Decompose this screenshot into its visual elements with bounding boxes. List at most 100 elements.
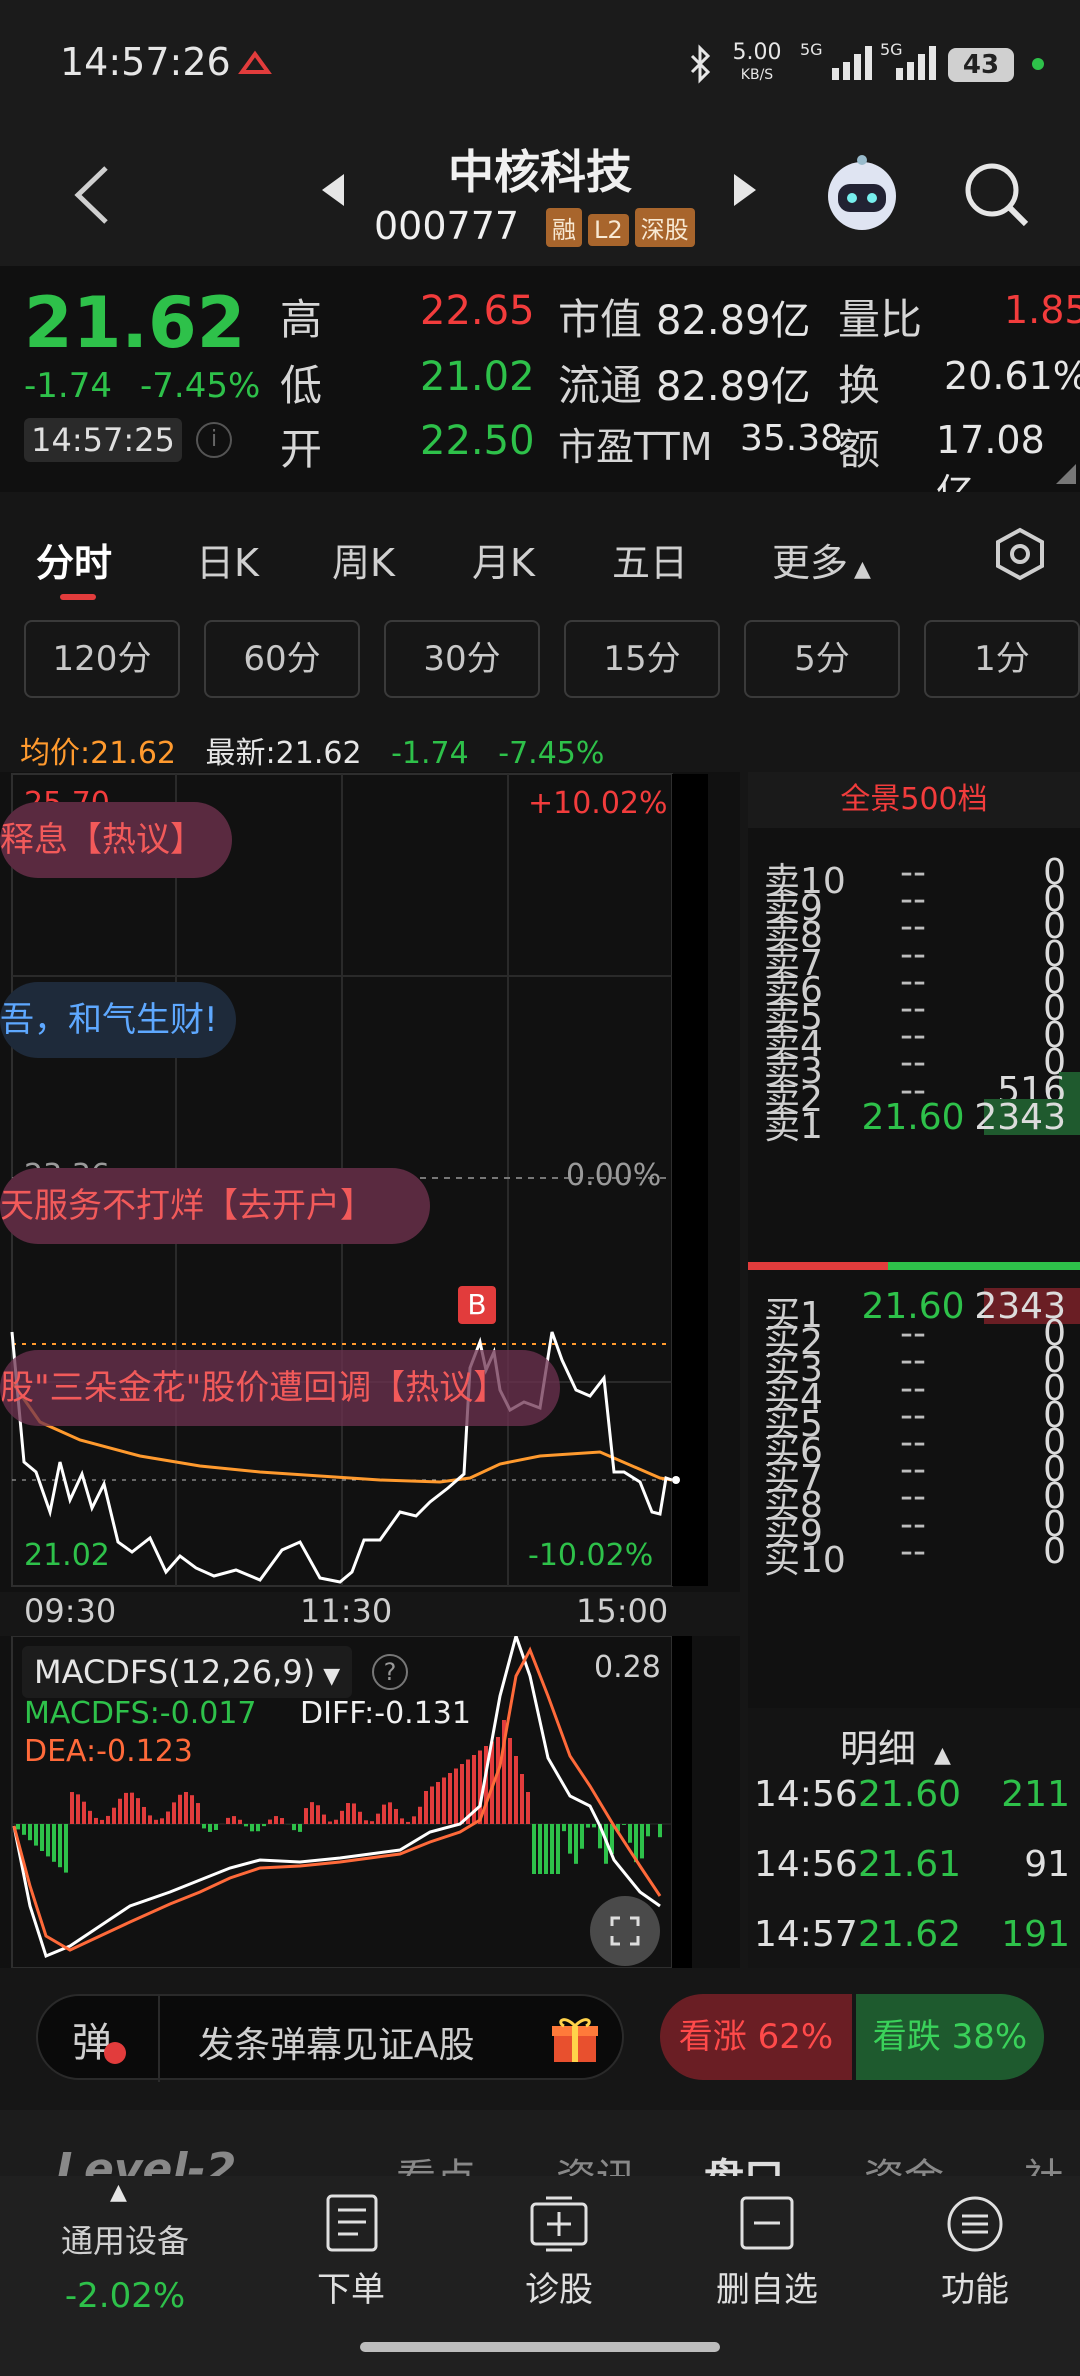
subtab-1min[interactable]: 1分 xyxy=(924,620,1080,698)
divider xyxy=(158,1996,160,2082)
section-orderbook[interactable]: 盘口 xyxy=(704,2146,784,2176)
x-label-noon: 11:30 xyxy=(300,1592,393,1630)
danmu-bubble-3[interactable]: 天服务不打烊【去开户】 xyxy=(0,1168,430,1244)
subtab-15min[interactable]: 15分 xyxy=(564,620,720,698)
macd-histogram-bar xyxy=(352,1803,356,1824)
macd-histogram-bar xyxy=(442,1777,446,1824)
remove-watchlist-icon[interactable] xyxy=(732,2194,802,2254)
buy-marker[interactable]: B xyxy=(458,1286,496,1324)
fullscreen-icon[interactable] xyxy=(590,1896,660,1966)
section-news[interactable]: 资讯 xyxy=(556,2146,636,2176)
tab-intraday[interactable]: 分时 xyxy=(36,532,112,587)
sell-level-row[interactable]: 卖1 21.60 2343 xyxy=(748,1097,1080,1147)
trade-time: 14:57 xyxy=(754,1914,858,1955)
search-icon[interactable] xyxy=(962,160,1032,230)
macd-histogram-bar xyxy=(190,1795,194,1824)
macd-histogram-bar xyxy=(394,1808,398,1824)
next-stock-icon[interactable] xyxy=(730,170,760,210)
danmu-input-bar[interactable]: 弹 发条弹幕见证A股 xyxy=(36,1994,624,2082)
danmu-bubble-4[interactable]: 股"三朵金花"股价遭回调【热议】 xyxy=(0,1350,560,1426)
bullish-vote-button[interactable]: 看涨 62% xyxy=(660,1994,852,2080)
nav-functions[interactable]: 功能 xyxy=(900,2262,1050,2311)
trade-detail-panel[interactable]: 明细 ▲ 14:56 21.60 211 14:56 21.61 91 14:57 21.62 1… xyxy=(748,1708,1080,1968)
macd-histogram-bar xyxy=(514,1756,518,1824)
macd-histogram-bar xyxy=(112,1807,116,1824)
macd-histogram-bar xyxy=(250,1824,254,1832)
macd-histogram-bar xyxy=(568,1824,572,1854)
macd-histogram-bar xyxy=(232,1816,236,1824)
section-community[interactable]: 社区 xyxy=(1024,2146,1080,2176)
triangle-up-icon: ▲ xyxy=(934,1743,951,1768)
trade-detail-row[interactable]: 14:56 21.61 91 xyxy=(748,1844,1080,1894)
trade-detail-row[interactable]: 14:56 21.60 211 xyxy=(748,1774,1080,1824)
tab-monthly-k[interactable]: 月K xyxy=(472,532,535,587)
robot-assistant-icon[interactable] xyxy=(820,152,904,236)
bearish-vote-button[interactable]: 看跌 38% xyxy=(856,1994,1044,2080)
volume-ratio-value: 1.85 xyxy=(1004,288,1080,332)
macd-histogram-bar xyxy=(118,1798,122,1824)
macd-panel[interactable]: MACDFS(12,26,9) ▼ ? 0.28 MACDFS:-0.017 DI… xyxy=(0,1636,740,1968)
trade-time: 14:56 xyxy=(754,1774,858,1815)
subtab-60min[interactable]: 60分 xyxy=(204,620,360,698)
orderbook-title[interactable]: 全景500档 xyxy=(748,772,1080,828)
turnover-value: 20.61% xyxy=(944,354,1080,398)
order-icon[interactable] xyxy=(318,2194,388,2254)
tab-daily-k[interactable]: 日K xyxy=(196,532,259,587)
macd-histogram-bar xyxy=(34,1824,38,1846)
macd-histogram-bar xyxy=(304,1808,308,1824)
back-icon[interactable] xyxy=(68,160,118,230)
nav-order[interactable]: 下单 xyxy=(276,2262,426,2311)
macd-indicator-select[interactable]: MACDFS(12,26,9) ▼ xyxy=(22,1646,353,1698)
diagnose-icon[interactable] xyxy=(524,2194,594,2254)
nav-diagnose[interactable]: 诊股 xyxy=(484,2262,634,2311)
tag-sz-connect: 深股 xyxy=(634,208,695,247)
trade-detail-row[interactable]: 14:57 21.62 191 xyxy=(748,1914,1080,1964)
macd-histogram-bar xyxy=(346,1803,350,1824)
trade-price: 21.61 xyxy=(858,1844,962,1885)
macd-histogram-bar xyxy=(412,1816,416,1824)
info-icon[interactable]: i xyxy=(196,422,232,458)
section-funds[interactable]: 资金 xyxy=(864,2146,944,2176)
expand-corner-icon[interactable] xyxy=(1056,464,1076,484)
nav-remove-watchlist[interactable]: 删自选 xyxy=(692,2262,842,2311)
macd-histogram-bar xyxy=(100,1819,104,1824)
section-nav: Level-2 看点 资讯 盘口 资金 社区 xyxy=(0,2110,1080,2176)
macd-histogram-bar xyxy=(136,1798,140,1824)
price-change-pct: -7.45% xyxy=(140,366,261,406)
stock-code: 000777 xyxy=(374,204,520,248)
tab-five-day[interactable]: 五日 xyxy=(612,532,688,587)
x-label-open: 09:30 xyxy=(24,1592,117,1630)
danmu-bubble-1[interactable]: 释息【热议】 xyxy=(0,802,232,878)
macd-histogram-bar xyxy=(454,1768,458,1824)
subtab-5min[interactable]: 5分 xyxy=(744,620,900,698)
danmu-bubble-2[interactable]: 吾，和气生财! xyxy=(0,982,236,1058)
menu-icon[interactable] xyxy=(940,2194,1010,2254)
macd-histogram-bar xyxy=(592,1824,596,1828)
intraday-chart[interactable]: 25.70 +10.02% 23.36 0.00% 21.02 -10.02% … xyxy=(0,772,740,1592)
high-label: 高 xyxy=(280,295,323,344)
subtab-30min[interactable]: 30分 xyxy=(384,620,540,698)
macd-histogram-bar xyxy=(370,1821,374,1824)
prev-stock-icon[interactable] xyxy=(318,170,348,210)
trade-detail-title[interactable]: 明细 ▲ xyxy=(840,1718,951,1773)
tag-l2: L2 xyxy=(588,214,629,246)
macd-histogram-bar xyxy=(28,1824,32,1841)
gift-icon[interactable] xyxy=(550,2014,600,2064)
help-icon[interactable]: ? xyxy=(372,1654,408,1690)
macd-histogram-bar xyxy=(436,1782,440,1824)
pe-label: 市盈TTM xyxy=(558,425,713,469)
danmu-placeholder[interactable]: 发条弹幕见证A股 xyxy=(198,2016,475,2068)
section-level2[interactable]: Level-2 xyxy=(56,2144,236,2176)
macd-histogram-bar xyxy=(424,1791,428,1824)
tab-weekly-k[interactable]: 周K xyxy=(332,532,395,587)
buy-level-row[interactable]: 买10 -- 0 xyxy=(748,1531,1080,1581)
device-label[interactable]: 通用设备 xyxy=(40,2216,210,2262)
subtab-120min[interactable]: 120分 xyxy=(24,620,180,698)
pe-value: 35.38 xyxy=(740,418,844,459)
quote-time: 14:57:25 xyxy=(24,418,182,462)
settings-hexagon-icon[interactable] xyxy=(992,526,1048,582)
tab-more[interactable]: 更多 ▲ xyxy=(772,532,871,587)
macd-histogram-bar xyxy=(562,1824,566,1832)
latest-change: -1.74 xyxy=(391,736,469,771)
section-highlights[interactable]: 看点 xyxy=(396,2146,476,2176)
